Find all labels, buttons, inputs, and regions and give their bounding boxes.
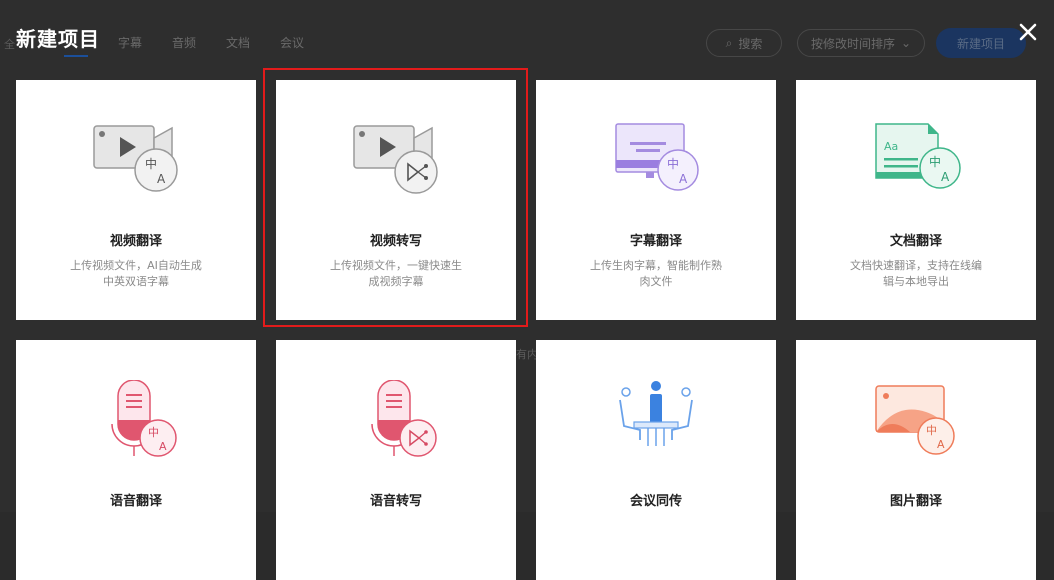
- card-title: 会议同传: [629, 494, 682, 509]
- video-translate-icon: 中 A: [93, 125, 178, 192]
- audio-transcribe-icon: [371, 380, 437, 457]
- background-fragment: 全: [4, 38, 15, 51]
- card-title: 文档翻译: [889, 234, 942, 249]
- card-title: 视频翻译: [109, 234, 162, 249]
- image-translate-icon: 中 A: [875, 385, 955, 455]
- card-audio-transcribe[interactable]: 语音转写: [276, 340, 516, 580]
- search-icon: ⌕: [725, 35, 733, 50]
- card-description: 上传视频文件，一键快速生成视频字幕: [330, 259, 462, 288]
- svg-text:A: A: [941, 170, 950, 184]
- background-sort: 按修改时间排序 ⌄: [797, 29, 925, 57]
- card-title: 图片翻译: [889, 494, 942, 509]
- video-transcribe-icon: [353, 125, 438, 194]
- svg-text:中: 中: [145, 156, 157, 171]
- card-title: 语音转写: [369, 494, 422, 509]
- card-video-transcribe[interactable]: 视频转写 上传视频文件，一键快速生成视频字幕: [276, 80, 516, 320]
- svg-text:Aa: Aa: [884, 140, 898, 153]
- card-title: 字幕翻译: [629, 234, 682, 249]
- chevron-down-icon: ⌄: [900, 36, 912, 50]
- close-icon: [1019, 23, 1037, 41]
- background-sort-label: 按修改时间排序: [810, 36, 895, 51]
- background-tab-meeting: 会议: [280, 36, 305, 50]
- card-audio-translate[interactable]: 中 A 语音翻译: [16, 340, 256, 580]
- card-description: 上传生肉字幕，智能制作熟肉文件: [590, 259, 722, 288]
- card-description: 上传视频文件，AI自动生成中英双语字幕: [70, 259, 202, 288]
- svg-text:A: A: [159, 440, 167, 453]
- subtitle-translate-icon: 中 A: [615, 123, 699, 191]
- card-image-translate[interactable]: 中 A 图片翻译: [796, 340, 1036, 580]
- meeting-interpretation-icon: [619, 381, 693, 446]
- svg-text:A: A: [157, 172, 166, 186]
- background-search: ⌕ 搜索: [706, 29, 782, 57]
- document-translate-icon: Aa 中 A: [875, 123, 961, 189]
- svg-text:中: 中: [929, 154, 941, 169]
- modal-title: 新建项目: [16, 27, 100, 51]
- svg-text:中: 中: [667, 156, 679, 171]
- card-description: 文档快速翻译，支持在线编辑与本地导出: [850, 259, 982, 288]
- audio-translate-icon: 中 A: [111, 380, 177, 457]
- background-tab-indicator: [64, 55, 88, 57]
- card-document-translate[interactable]: Aa 中 A 文档翻译 文档快速翻译，支持在线编辑与本地导出: [796, 80, 1036, 320]
- background-tab-audio: 音频: [172, 36, 197, 50]
- background-tabs: 字幕 音频 文档 会议: [70, 34, 304, 51]
- card-video-translate[interactable]: 中 A 视频翻译 上传视频文件，AI自动生成中英双语字幕: [16, 80, 256, 320]
- background-fragment-mid: 有内: [516, 348, 538, 361]
- card-meeting-interpretation[interactable]: 会议同传: [536, 340, 776, 580]
- background-search-label: 搜索: [738, 36, 763, 51]
- card-title: 语音翻译: [109, 494, 162, 509]
- svg-text:中: 中: [926, 424, 937, 437]
- close-button[interactable]: [1014, 18, 1042, 46]
- card-title: 视频转写: [369, 234, 422, 249]
- background-tab-subtitle: 字幕: [118, 36, 143, 50]
- svg-text:A: A: [679, 172, 688, 186]
- card-subtitle-translate[interactable]: 中 A 字幕翻译 上传生肉字幕，智能制作熟肉文件: [536, 80, 776, 320]
- background-new-project-button: 新建项目: [936, 28, 1026, 58]
- svg-text:中: 中: [148, 426, 159, 439]
- background-tab-document: 文档: [226, 36, 251, 50]
- svg-text:A: A: [937, 438, 945, 451]
